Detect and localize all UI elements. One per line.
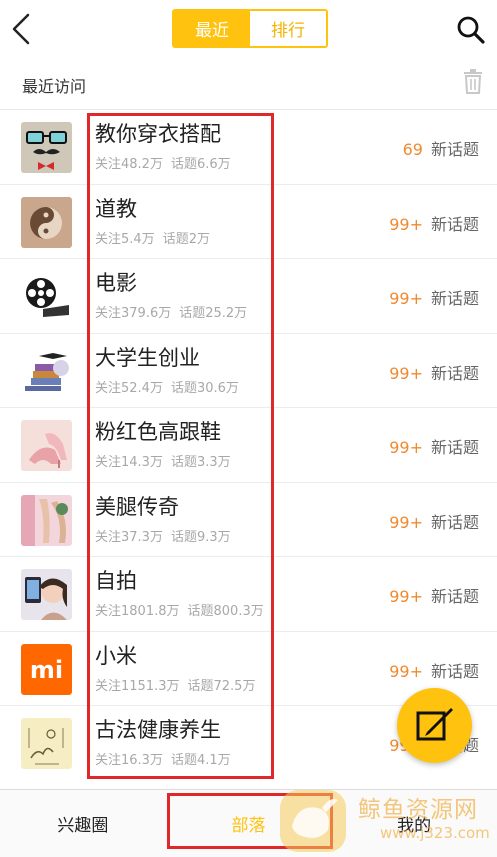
list-item[interactable]: 道教 关注5.4万 话题2万 99+ 新话题	[0, 185, 497, 259]
back-icon[interactable]	[8, 12, 38, 46]
item-meta: 关注14.3万 话题3.3万	[95, 451, 231, 470]
avatar	[21, 420, 72, 471]
item-name: 粉红色高跟鞋	[95, 420, 221, 444]
follow-count: 关注52.4万	[95, 380, 163, 396]
new-topic-count: 99+	[389, 363, 423, 383]
avatar	[21, 494, 72, 546]
item-name: 小米	[95, 643, 137, 668]
list-item[interactable]: 自拍 关注1801.8万 话题800.3万 99+ 新话题	[0, 557, 497, 632]
follow-count: 关注16.3万	[95, 753, 163, 768]
follow-count: 关注48.2万	[95, 157, 163, 172]
trash-icon[interactable]	[461, 69, 485, 95]
item-meta: 关注48.2万 话题6.6万	[95, 153, 231, 172]
new-topic-count: 99+	[389, 661, 423, 681]
new-topic-label: 新话题	[430, 587, 479, 606]
avatar	[21, 271, 72, 322]
item-meta: 关注5.4万 话题2万	[95, 228, 210, 247]
item-meta: 关注37.3万 话题9.3万	[95, 526, 231, 545]
new-topic-label: 新话题	[430, 214, 479, 234]
tab-mine[interactable]: 我的	[331, 790, 497, 857]
topic-count: 话题4.1万	[170, 753, 231, 768]
new-topic-count: 99+	[389, 289, 423, 308]
new-topics: 99+ 新话题	[389, 509, 479, 533]
section-title: 最近访问	[22, 77, 87, 96]
avatar: mi	[21, 643, 72, 695]
topic-count: 话题3.3万	[170, 455, 231, 470]
list-item[interactable]: 教你穿衣搭配 关注48.2万 话题6.6万 69 新话题	[0, 110, 497, 185]
list-item[interactable]: 美腿传奇 关注37.3万 话题9.3万 99+ 新话题	[0, 483, 497, 557]
avatar	[21, 345, 72, 397]
new-topics: 99+ 新话题	[389, 211, 479, 235]
new-topic-label: 新话题	[430, 661, 479, 681]
topic-count: 话题72.5万	[187, 678, 256, 694]
tab-ranking[interactable]: 排行	[250, 11, 326, 46]
new-topic-count: 69	[402, 140, 423, 159]
follow-count: 关注37.3万	[95, 529, 163, 545]
new-topic-label: 新话题	[430, 140, 479, 159]
new-topic-count: 99+	[389, 438, 423, 457]
search-icon[interactable]	[456, 15, 486, 45]
avatar	[21, 122, 72, 173]
item-meta: 关注1151.3万 话题72.5万	[95, 675, 255, 694]
topic-count: 话题2万	[162, 231, 210, 247]
segmented-control: 最近 排行	[172, 9, 328, 48]
new-topic-count: 99+	[389, 512, 423, 532]
topic-count: 话题30.6万	[170, 380, 239, 396]
follow-count: 关注1151.3万	[95, 678, 180, 694]
topic-count: 话题25.2万	[179, 306, 248, 321]
top-bar: 最近 排行	[0, 0, 497, 58]
item-meta: 关注52.4万 话题30.6万	[95, 377, 239, 396]
item-meta: 关注1801.8万 话题800.3万	[95, 600, 264, 619]
topic-count: 话题800.3万	[187, 604, 264, 619]
tribe-list: 教你穿衣搭配 关注48.2万 话题6.6万 69 新话题 道教 关注5.4万 话题2万…	[0, 110, 497, 781]
bottom-tab-bar: 兴趣圈 部落 我的	[0, 789, 497, 857]
new-topic-label: 新话题	[430, 363, 479, 383]
new-topics: 99+ 新话题	[389, 285, 479, 309]
recent-visits-header: 最近访问	[0, 58, 497, 110]
item-name: 道教	[95, 196, 137, 221]
new-topic-count: 99+	[389, 587, 423, 606]
item-name: 大学生创业	[95, 345, 200, 370]
new-topics: 99+ 新话题	[389, 434, 479, 458]
follow-count: 关注1801.8万	[95, 604, 180, 619]
follow-count: 关注5.4万	[95, 231, 155, 247]
compose-button[interactable]	[397, 688, 472, 763]
compose-icon	[416, 707, 453, 740]
item-name: 古法健康养生	[95, 718, 221, 742]
mi-logo-text: mi	[30, 656, 63, 684]
list-item[interactable]: 电影 关注379.6万 话题25.2万 99+ 新话题	[0, 259, 497, 334]
item-name: 美腿传奇	[95, 494, 179, 519]
topic-count: 话题6.6万	[170, 157, 231, 172]
tab-recent[interactable]: 最近	[174, 11, 250, 46]
tab-tribe[interactable]: 部落	[166, 790, 332, 857]
item-name: 教你穿衣搭配	[95, 122, 221, 146]
new-topic-label: 新话题	[430, 438, 479, 457]
avatar	[21, 718, 72, 769]
item-meta: 关注16.3万 话题4.1万	[95, 749, 231, 768]
avatar	[21, 569, 72, 620]
item-name: 电影	[95, 271, 137, 295]
list-item[interactable]: 粉红色高跟鞋 关注14.3万 话题3.3万 99+ 新话题	[0, 408, 497, 483]
topic-count: 话题9.3万	[170, 529, 231, 545]
new-topics: 99+ 新话题	[389, 360, 479, 384]
item-meta: 关注379.6万 话题25.2万	[95, 302, 247, 321]
new-topics: 99+ 新话题	[389, 583, 479, 607]
item-name: 自拍	[95, 569, 137, 593]
new-topic-label: 新话题	[430, 289, 479, 308]
avatar	[21, 196, 72, 248]
new-topic-count: 99+	[389, 214, 423, 234]
follow-count: 关注379.6万	[95, 306, 172, 321]
new-topic-label: 新话题	[430, 512, 479, 532]
new-topics: 69 新话题	[403, 136, 479, 160]
follow-count: 关注14.3万	[95, 455, 163, 470]
tab-interest-circle[interactable]: 兴趣圈	[0, 790, 166, 857]
new-topics: 99+ 新话题	[389, 658, 479, 682]
list-item[interactable]: 大学生创业 关注52.4万 话题30.6万 99+ 新话题	[0, 334, 497, 408]
